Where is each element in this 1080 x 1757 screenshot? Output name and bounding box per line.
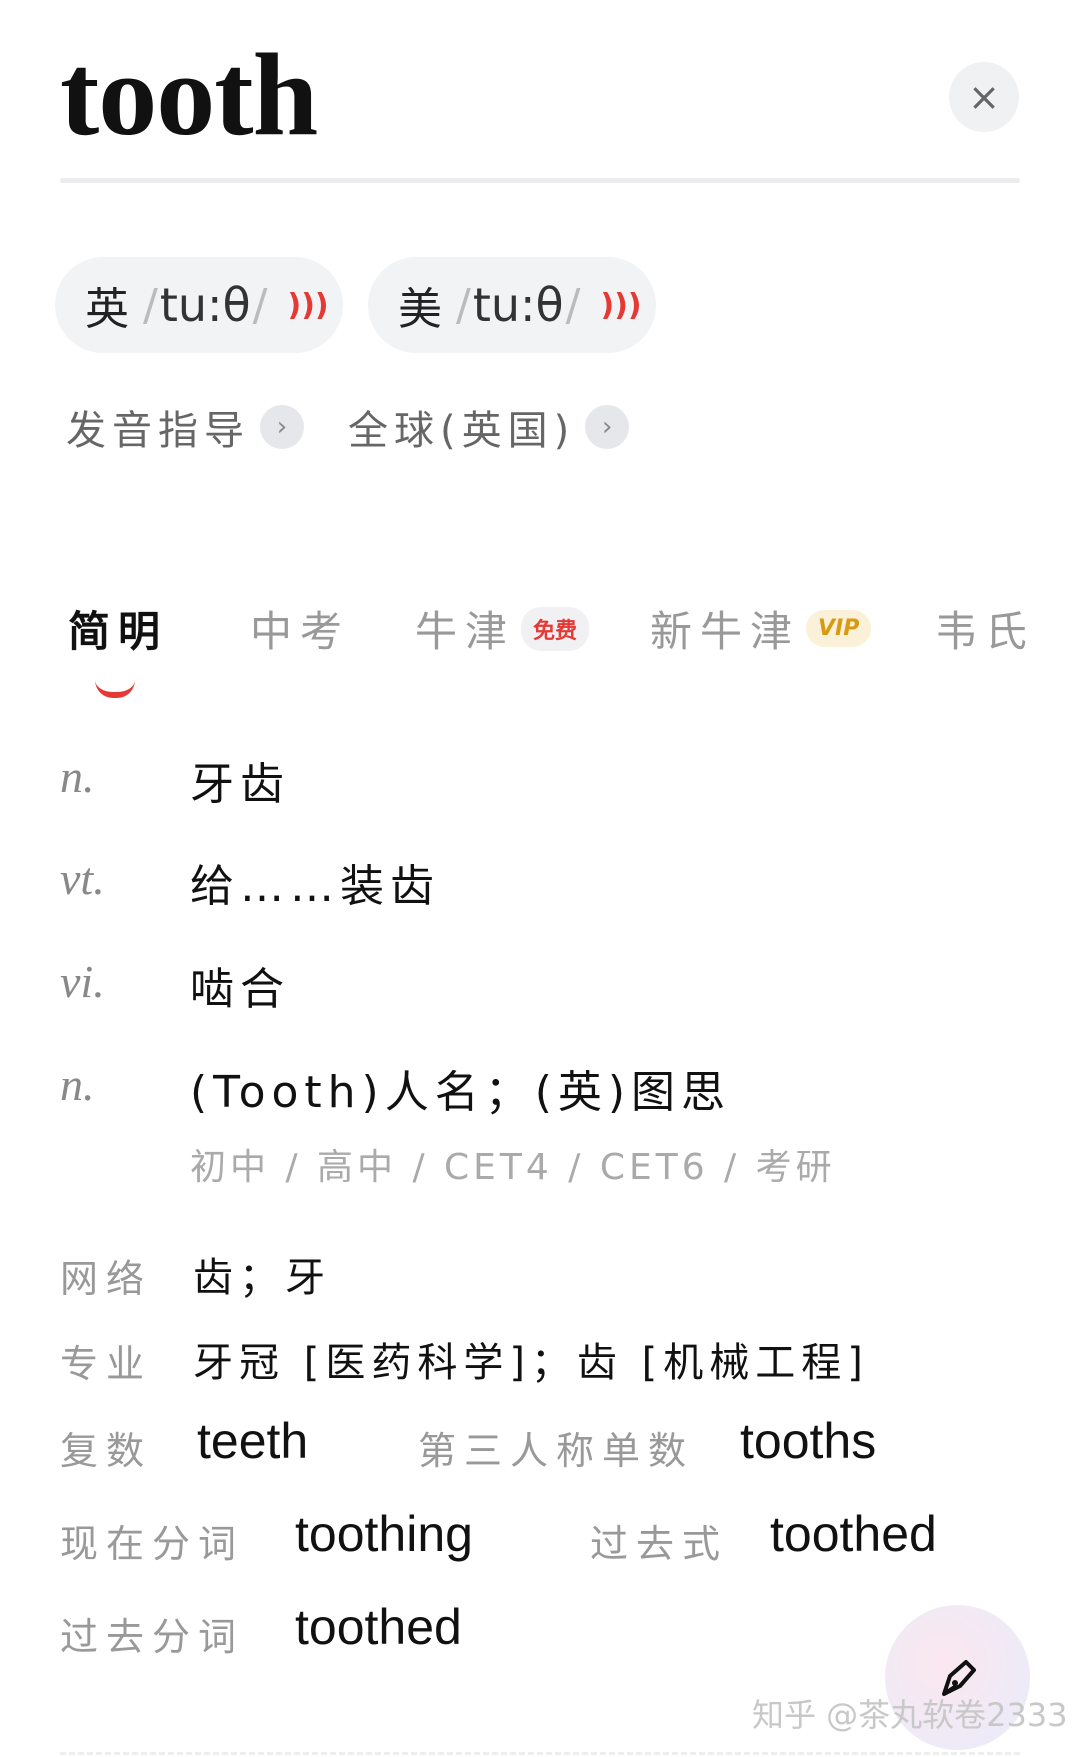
past-tense-form-link[interactable]: toothed — [770, 1505, 937, 1563]
pronunciation-us-button[interactable]: 美 / tu:θ / ))) — [368, 257, 656, 353]
tab-new-oxford[interactable]: 新牛津 VIP — [650, 598, 872, 659]
plural-form-link[interactable]: teeth — [197, 1412, 308, 1470]
professional-label: 专业 — [60, 1342, 153, 1386]
speaker-icon: ))) — [600, 287, 642, 323]
speaker-icon: ))) — [287, 287, 329, 323]
close-button[interactable]: × — [949, 62, 1019, 132]
ipa-text: tu:θ — [159, 278, 251, 332]
bottom-divider — [60, 1752, 1020, 1755]
watermark: 知乎 @茶丸软卷2333 — [752, 1696, 1068, 1734]
close-icon: × — [968, 75, 1000, 119]
past-tense-label: 过去式 — [590, 1522, 729, 1566]
definition-text: 啮合 — [190, 964, 290, 1015]
professional-value: 牙冠 [医药科学]；齿 [机械工程] — [193, 1340, 869, 1386]
chevron-right-icon: › — [585, 405, 630, 449]
pronunciation-uk-button[interactable]: 英 / tu:θ / ))) — [55, 257, 343, 353]
chevron-right-icon: › — [260, 405, 304, 449]
definition-text: (Tooth)人名；(英)图思 — [190, 1067, 732, 1118]
tab-zhongkao[interactable]: 中考 — [250, 598, 350, 659]
word-title: tooth — [60, 29, 318, 160]
exam-levels: 初中 / 高中 / CET4 / CET6 / 考研 — [190, 1147, 836, 1188]
region-label: 美 — [398, 284, 442, 335]
third-person-form-link[interactable]: tooths — [740, 1412, 876, 1470]
part-of-speech: vi. — [60, 956, 105, 1007]
free-badge: 免费 — [521, 606, 590, 651]
pronunciation-guide-link[interactable]: 发音指导 › — [66, 398, 304, 456]
past-participle-label: 过去分词 — [60, 1615, 245, 1659]
present-participle-form-link[interactable]: toothing — [295, 1505, 473, 1563]
divider — [60, 178, 1020, 183]
plural-label: 复数 — [60, 1429, 153, 1473]
part-of-speech: vt. — [60, 853, 105, 904]
tab-webster[interactable]: 韦氏 — [935, 598, 1035, 659]
web-value: 齿；牙 — [193, 1255, 331, 1301]
definition-text: 牙齿 — [190, 759, 290, 810]
tab-oxford[interactable]: 牛津 免费 — [415, 598, 590, 659]
present-participle-label: 现在分词 — [60, 1522, 245, 1566]
active-tab-indicator — [95, 680, 135, 698]
part-of-speech: n. — [60, 751, 95, 802]
past-participle-form-link[interactable]: toothed — [295, 1598, 462, 1656]
web-label: 网络 — [60, 1257, 153, 1301]
third-person-label: 第三人称单数 — [418, 1429, 695, 1473]
global-accent-link[interactable]: 全球(英国) › — [348, 398, 630, 456]
region-label: 英 — [85, 284, 129, 335]
tab-concise[interactable]: 简明 — [68, 598, 168, 659]
part-of-speech: n. — [60, 1059, 95, 1110]
definition-text: 给……装齿 — [190, 861, 440, 912]
ipa-text: tu:θ — [472, 278, 564, 332]
vip-badge: VIP — [806, 610, 872, 647]
